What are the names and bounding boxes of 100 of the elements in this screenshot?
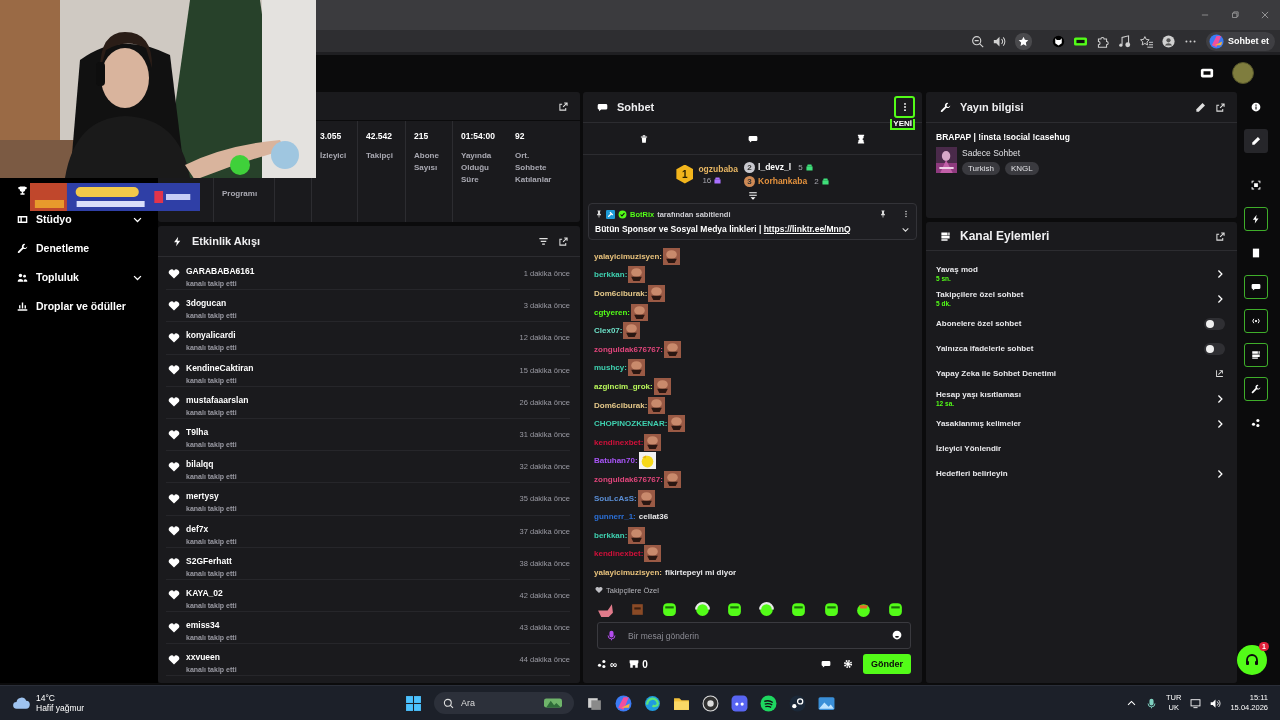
username[interactable]: CHOPINOZKENAR: [594, 419, 668, 429]
sidebar-button[interactable] [1243, 275, 1268, 299]
zoom-out-icon[interactable] [971, 34, 984, 48]
chat-icon[interactable] [747, 133, 758, 144]
popout-icon[interactable] [1215, 101, 1226, 113]
profile-icon[interactable] [1162, 34, 1175, 48]
username[interactable]: emiss34 [186, 620, 220, 631]
music-icon[interactable] [1118, 34, 1131, 48]
username[interactable]: cgtyeren: [594, 307, 630, 317]
speaker-icon[interactable] [993, 34, 1006, 48]
username[interactable]: def7x [186, 523, 209, 534]
app-icon[interactable] [789, 694, 806, 712]
more-button[interactable] [894, 96, 915, 118]
username[interactable]: l_devz_l [758, 162, 792, 172]
username[interactable]: azgincim_grok: [594, 381, 653, 391]
music-icon[interactable] [760, 694, 777, 712]
username[interactable]: Korhankaba [758, 176, 808, 186]
send-button[interactable]: Gönder [863, 654, 911, 674]
record-icon[interactable] [702, 694, 719, 712]
action-item[interactable]: İzleyici Yönlendir [936, 437, 1237, 460]
username[interactable]: 3dogucan [186, 298, 227, 309]
username[interactable]: S2GFerhatt [186, 555, 232, 566]
edit-icon[interactable] [1195, 101, 1206, 113]
username[interactable]: T9lha [186, 427, 209, 438]
action-item[interactable]: Yapay Zeka ile Sohbet Denetimi [936, 362, 1237, 385]
popout-icon[interactable] [558, 100, 569, 112]
chat-button[interactable]: Sohbet et [1206, 31, 1275, 51]
action-item[interactable]: Abonelere özel sohbet [936, 312, 1237, 335]
avatar[interactable] [1232, 61, 1254, 84]
username[interactable]: KendineCaktiran [186, 362, 254, 373]
swirl-icon[interactable] [615, 694, 632, 712]
toggle-switch[interactable] [1204, 342, 1225, 355]
message-field[interactable]: Bir mesaj gönderin [597, 622, 911, 649]
nav-icon-item[interactable] [17, 183, 28, 197]
star-icon[interactable] [1015, 32, 1032, 50]
weather-widget[interactable]: 14°C Hafif yağmur [0, 693, 405, 713]
sidebar-button[interactable] [1243, 129, 1268, 153]
collapse-icon[interactable] [747, 191, 758, 201]
link[interactable]: https://linktr.ee/MnnQ [763, 224, 851, 234]
sidebar-button[interactable] [1243, 343, 1268, 367]
username[interactable]: xxvueen [186, 652, 221, 663]
username[interactable]: mushcy: [594, 363, 627, 373]
nav-item[interactable]: Denetleme [17, 241, 143, 255]
kebab-icon[interactable] [902, 210, 910, 218]
puzzle-icon[interactable] [1096, 34, 1109, 48]
username[interactable]: yalayicimuzisyen: [594, 251, 663, 261]
username[interactable]: SouLcAsS: [594, 493, 637, 503]
action-item[interactable]: Yalnızca ifadelerle sohbet [936, 337, 1237, 360]
nav-item[interactable]: Droplar ve ödüller [17, 299, 143, 313]
nav-item[interactable]: Topluluk [17, 270, 143, 284]
username[interactable]: mertysy [186, 491, 219, 502]
filter-icon[interactable] [538, 235, 549, 247]
mic-icon[interactable] [1146, 697, 1158, 709]
tag[interactable]: Turkish [962, 162, 1000, 175]
speaker-icon[interactable] [1210, 697, 1222, 709]
username[interactable]: konyalicardi [186, 330, 236, 341]
chat-icon[interactable] [821, 659, 831, 669]
trash-icon[interactable] [639, 133, 649, 144]
sidebar-button[interactable] [1243, 309, 1268, 333]
username[interactable]: berkkan: [594, 270, 628, 280]
globe-icon[interactable] [644, 694, 661, 712]
username[interactable]: zonguldak676767: [594, 474, 663, 484]
username[interactable]: Dom6ciburak: [594, 400, 648, 410]
username[interactable]: bilalqq [186, 459, 214, 470]
username[interactable]: KAYA_02 [186, 587, 223, 598]
username[interactable]: mustafaaarslan [186, 394, 249, 405]
category-name[interactable]: Sadece Sohbet [962, 148, 1039, 158]
hourglass-icon[interactable] [856, 133, 866, 144]
image-icon[interactable] [818, 694, 835, 712]
username[interactable]: ogzubaba [698, 163, 739, 174]
username[interactable]: Dom6ciburak: [594, 289, 648, 298]
action-item[interactable]: Hedefleri belirleyin [936, 462, 1237, 485]
tag[interactable]: KNGL [1004, 162, 1039, 175]
favorites-icon[interactable] [1140, 34, 1153, 48]
action-item[interactable]: Yasaklanmış kelimeler [936, 412, 1237, 435]
start-icon[interactable] [405, 694, 422, 712]
popout-icon[interactable] [1215, 230, 1226, 242]
username[interactable]: Clex07: [594, 326, 623, 336]
mic-icon[interactable] [606, 630, 617, 641]
emoji-icon[interactable] [892, 630, 902, 640]
sidebar-button[interactable] [1243, 207, 1268, 231]
pin-icon[interactable] [879, 210, 887, 218]
toggle-switch[interactable] [1204, 317, 1225, 330]
restore-icon[interactable] [1230, 10, 1240, 20]
nav-item[interactable]: Stüdyo [17, 212, 143, 226]
username[interactable]: gunnerr_1: [594, 512, 636, 522]
close-icon[interactable] [1260, 10, 1270, 20]
gamepad-icon[interactable] [731, 694, 748, 712]
username[interactable]: yalayicimuzisyen: [594, 567, 663, 577]
username[interactable]: berkkan: [594, 530, 628, 540]
username[interactable]: Batuhan70: [594, 456, 638, 466]
username[interactable]: zonguldak676767: [594, 344, 663, 354]
tag-icon[interactable] [1074, 34, 1087, 48]
sidebar-button[interactable] [1243, 377, 1268, 401]
cat-icon[interactable] [1052, 34, 1065, 48]
username[interactable]: GARABABA6161 [186, 266, 255, 277]
settings-icon[interactable] [843, 659, 853, 669]
store-button[interactable]: 0 [629, 658, 648, 670]
search-field[interactable]: Ara [434, 692, 574, 714]
monitor-icon[interactable] [1190, 697, 1202, 709]
